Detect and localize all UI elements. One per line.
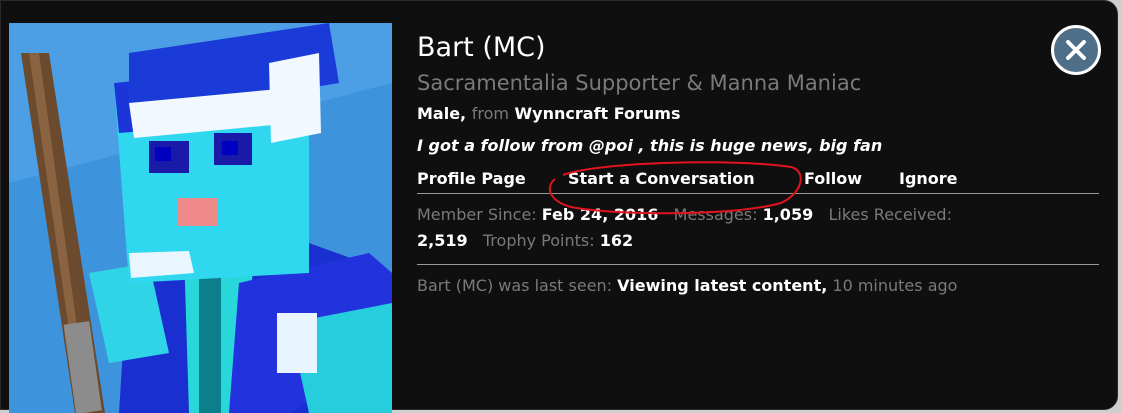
last-seen: Bart (MC) was last seen: Viewing latest … — [417, 275, 1101, 297]
trophy-value[interactable]: 162 — [600, 231, 633, 250]
gender: Male, — [417, 104, 467, 123]
follow-link[interactable]: Follow — [804, 167, 862, 191]
divider — [417, 264, 1099, 265]
ignore-link[interactable]: Ignore — [899, 167, 958, 191]
messages-label: Messages: — [673, 205, 758, 224]
divider — [417, 193, 1099, 194]
user-stats: Member Since: Feb 24, 2016 Messages: 1,0… — [417, 202, 1101, 254]
from-label: from — [471, 104, 509, 123]
avatar[interactable] — [9, 23, 392, 413]
location-link[interactable]: Wynncraft Forums — [515, 104, 681, 123]
member-since-label: Member Since: — [417, 205, 537, 224]
user-blurb: Male, from Wynncraft Forums — [417, 103, 1101, 125]
user-title: Sacramentalia Supporter & Manna Maniac — [417, 71, 862, 95]
member-since-value: Feb 24, 2016 — [541, 205, 659, 224]
last-seen-activity: Viewing latest content, — [617, 276, 828, 295]
last-seen-time: 10 minutes ago — [832, 276, 958, 295]
start-conversation-link[interactable]: Start a Conversation — [568, 167, 755, 191]
messages-value[interactable]: 1,059 — [763, 205, 814, 224]
last-seen-prefix: Bart (MC) was last seen: — [417, 276, 613, 295]
member-card: Bart (MC) Sacramentalia Supporter & Mann… — [0, 0, 1118, 413]
status-message: I got a follow from @poi , this is huge … — [417, 136, 883, 155]
profile-page-link[interactable]: Profile Page — [417, 167, 526, 191]
trophy-label: Trophy Points: — [482, 231, 595, 250]
likes-value: 2,519 — [417, 231, 468, 250]
likes-label: Likes Received: — [828, 205, 952, 224]
username[interactable]: Bart (MC) — [417, 31, 1101, 65]
member-info: Bart (MC) Sacramentalia Supporter & Mann… — [417, 31, 1101, 297]
member-links: Profile Page Start a Conversation Follow… — [417, 167, 1101, 193]
avatar-image — [9, 23, 392, 413]
